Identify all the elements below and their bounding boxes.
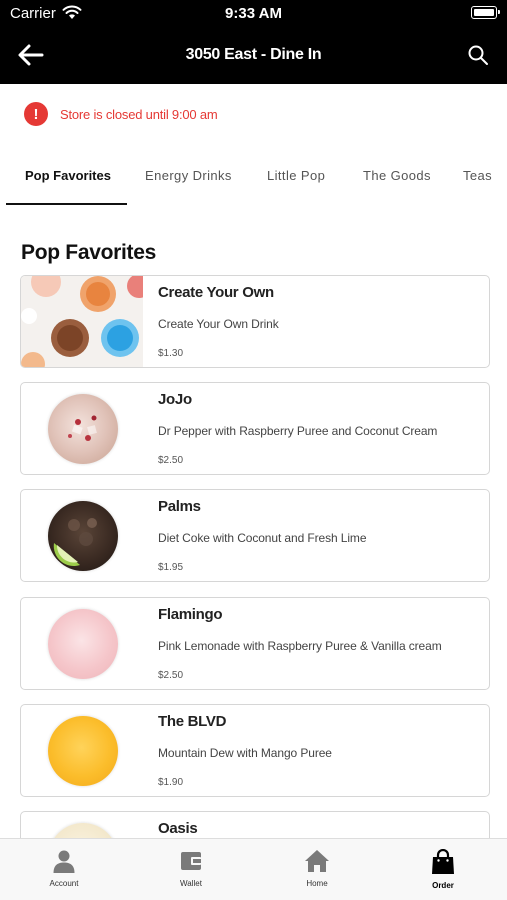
status-bar: Carrier 9:33 AM: [0, 0, 507, 28]
product-description: Dr Pepper with Raspberry Puree and Cocon…: [158, 424, 438, 438]
tab-the-goods[interactable]: The Goods: [363, 168, 431, 183]
tab-energy-drinks[interactable]: Energy Drinks: [145, 168, 232, 183]
product-list[interactable]: Create Your Own Create Your Own Drink $1…: [20, 275, 490, 838]
tab-pop-favorites[interactable]: Pop Favorites: [25, 168, 111, 183]
product-price: $2.50: [158, 455, 184, 466]
store-closed-alert: ! Store is closed until 9:00 am: [24, 101, 218, 127]
product-description: Pink Lemonade with Raspberry Puree & Van…: [158, 639, 442, 653]
home-icon: [305, 850, 329, 872]
product-name: JoJo: [158, 391, 192, 408]
product-card-flamingo[interactable]: Flamingo Pink Lemonade with Raspberry Pu…: [20, 597, 490, 690]
app-header: Carrier 9:33 AM 3050 East - Dine In: [0, 0, 507, 84]
product-price: $1.95: [158, 562, 184, 573]
product-description: Mountain Dew with Mango Puree: [158, 746, 332, 760]
product-price: $2.50: [158, 670, 184, 681]
nav-order[interactable]: Order: [398, 849, 488, 890]
product-card-the-blvd[interactable]: The BLVD Mountain Dew with Mango Puree $…: [20, 704, 490, 797]
person-icon: [53, 850, 75, 873]
nav-label: Order: [432, 881, 454, 890]
status-time: 9:33 AM: [225, 5, 282, 22]
category-tabs: Pop Favorites Energy Drinks Little Pop T…: [0, 160, 507, 206]
search-icon[interactable]: [467, 44, 489, 66]
alert-text: Store is closed until 9:00 am: [60, 106, 218, 122]
page-title: 3050 East - Dine In: [185, 46, 322, 63]
section-title: Pop Favorites: [21, 241, 156, 264]
nav-wallet[interactable]: Wallet: [146, 849, 236, 888]
palms-drink-image: [48, 501, 118, 571]
battery-icon: [471, 6, 500, 19]
product-card-jojo[interactable]: JoJo Dr Pepper with Raspberry Puree and …: [20, 382, 490, 475]
active-tab-indicator: [6, 203, 127, 205]
product-name: Oasis: [158, 820, 198, 837]
flamingo-drink-image: [48, 609, 118, 679]
product-card-palms[interactable]: Palms Diet Coke with Coconut and Fresh L…: [20, 489, 490, 582]
product-card-oasis[interactable]: Oasis: [20, 811, 490, 838]
the-blvd-drink-image: [48, 716, 118, 786]
nav-label: Home: [306, 879, 328, 888]
product-name: Flamingo: [158, 606, 223, 623]
tab-little-pop[interactable]: Little Pop: [267, 168, 325, 183]
nav-account[interactable]: Account: [19, 849, 109, 888]
product-name: Palms: [158, 498, 201, 515]
jojo-drink-image: [48, 394, 118, 464]
wallet-icon: [181, 852, 201, 870]
tab-teas[interactable]: Teas: [463, 168, 492, 183]
product-description: Create Your Own Drink: [158, 317, 279, 331]
product-price: $1.90: [158, 777, 184, 788]
oasis-drink-image: [48, 823, 118, 838]
product-name: Create Your Own: [158, 284, 274, 301]
product-price: $1.30: [158, 348, 184, 359]
shopping-bag-icon: [432, 849, 454, 874]
create-your-own-image: [21, 276, 143, 367]
alert-icon: !: [24, 102, 48, 126]
product-card-create-your-own[interactable]: Create Your Own Create Your Own Drink $1…: [20, 275, 490, 368]
nav-label: Account: [49, 879, 79, 888]
nav-label: Wallet: [180, 879, 202, 888]
nav-home[interactable]: Home: [272, 849, 362, 888]
product-description: Diet Coke with Coconut and Fresh Lime: [158, 531, 367, 545]
bottom-nav-bar: Account Wallet Home Order: [0, 838, 507, 900]
product-name: The BLVD: [158, 713, 227, 730]
